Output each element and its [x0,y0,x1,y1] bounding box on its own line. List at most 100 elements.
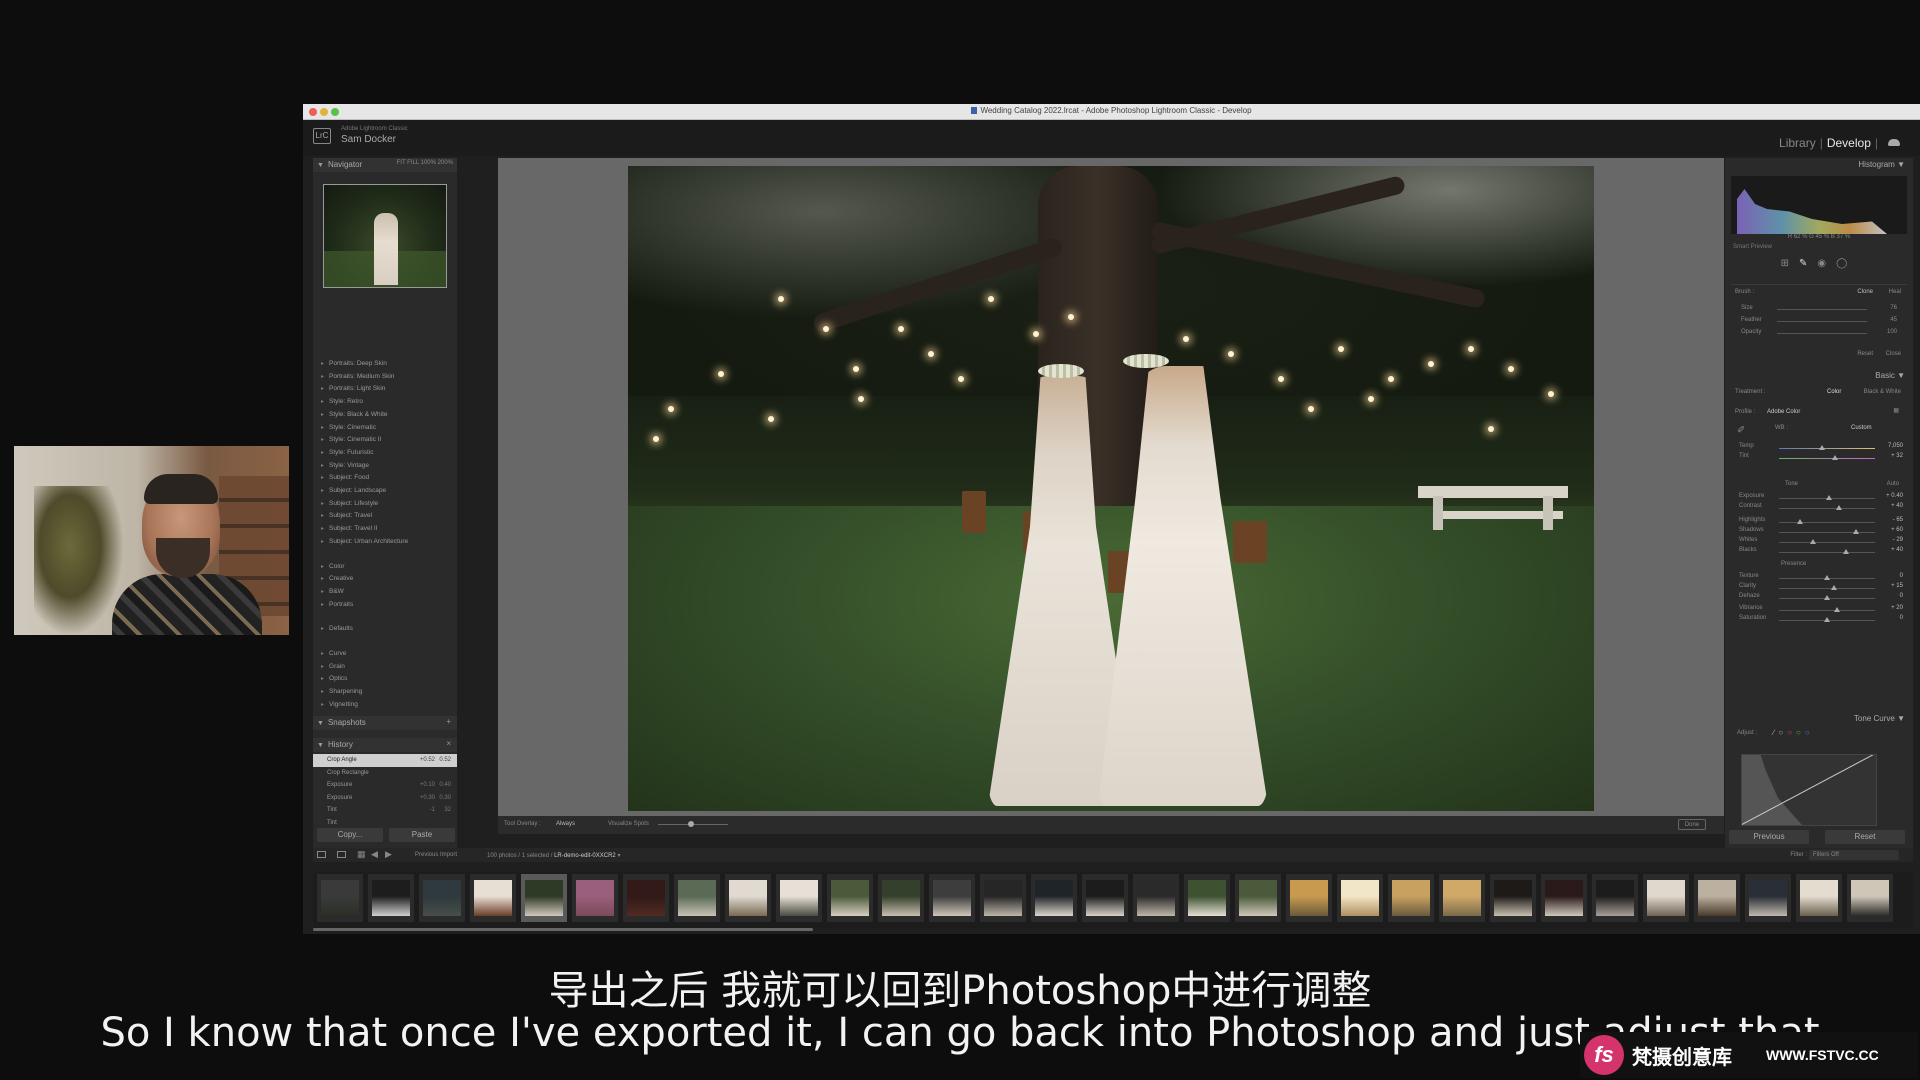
snapshots-header[interactable]: ▼ Snapshots + [313,716,457,730]
navigator-zoom-options[interactable]: FIT FILL 100% 200% [397,160,453,166]
slider-track[interactable] [1779,588,1875,589]
slider-value[interactable]: 100 [1887,329,1897,335]
preset-group[interactable]: Defaults [313,623,457,636]
slider-value[interactable]: 7,050 [1888,443,1903,449]
tool-overlay-select[interactable]: Always [556,821,575,827]
slider-value[interactable]: 0 [1900,593,1903,599]
slider-knob[interactable] [1809,539,1816,544]
visualize-spots-slider-knob[interactable] [688,821,694,827]
crop-tool-icon[interactable]: ⊞ [1781,258,1799,269]
filmstrip-thumbnail[interactable] [1031,874,1077,922]
slider-knob[interactable] [1852,529,1859,534]
basic-slider[interactable]: Vibrance + 20 [1739,605,1905,614]
preset-group[interactable]: Subject: Travel II [313,523,457,536]
brush-reset-button[interactable]: Reset [1857,351,1873,357]
slider-knob[interactable] [1824,595,1830,600]
visualize-spots-checkbox[interactable]: Visualize Spots [608,821,649,827]
preset-group[interactable]: Style: Black & White [313,409,457,422]
slider-value[interactable]: 0 [1900,615,1903,621]
slider-knob[interactable] [1833,607,1840,612]
filmstrip-thumbnail[interactable] [1592,874,1638,922]
point-curve-blue-icon[interactable]: ○ [1805,728,1814,737]
slider-track[interactable] [1779,542,1875,543]
basic-slider[interactable]: Clarity + 15 [1739,583,1905,592]
filmstrip-thumbnail[interactable] [368,874,414,922]
eyedropper-icon[interactable]: ✐ [1737,425,1745,436]
preset-group[interactable]: Subject: Travel [313,510,457,523]
slider-knob[interactable] [1824,575,1830,580]
filmstrip-thumbnail[interactable] [1694,874,1740,922]
slider-value[interactable]: 45 [1890,317,1897,323]
preset-group[interactable]: Style: Vintage [313,460,457,473]
cloud-icon[interactable] [1888,139,1900,146]
preset-group[interactable]: Portraits: Light Skin [313,383,457,396]
preset-group[interactable]: Subject: Food [313,472,457,485]
filmstrip-thumbnail[interactable] [572,874,618,922]
brush-size-slider[interactable]: Size 76 [1741,305,1901,313]
slider-track[interactable] [1779,522,1875,523]
history-item[interactable]: Exposure +0.10 0.40 [313,779,457,792]
basic-slider[interactable]: Dehaze 0 [1739,593,1905,602]
preset-group[interactable]: Vignetting [313,699,457,712]
slider-knob[interactable] [1824,617,1830,622]
basic-slider[interactable]: Saturation 0 [1739,615,1905,624]
preset-group[interactable]: Subject: Landscape [313,485,457,498]
filmstrip-thumbnail[interactable] [878,874,924,922]
slider-value[interactable]: - 29 [1893,537,1903,543]
chevron-down-icon[interactable]: ▾ [617,853,620,859]
slider-knob[interactable] [1797,519,1804,524]
slider-value[interactable]: - 65 [1893,517,1903,523]
preset-group[interactable]: Color [313,561,457,574]
slider-track[interactable] [1779,448,1875,449]
filmstrip-thumbnail[interactable] [1439,874,1485,922]
preset-group[interactable]: Subject: Urban Architecture [313,536,457,549]
preset-group[interactable]: Style: Cinematic II [313,434,457,447]
history-item[interactable]: Crop Angle +0.52 0.52 [313,754,457,767]
slider-knob[interactable] [1830,585,1837,590]
filmstrip-source[interactable]: Previous Import [415,852,457,858]
preset-group[interactable]: Sharpening [313,686,457,699]
slider-value[interactable]: + 20 [1891,605,1903,611]
basic-slider[interactable]: Blacks + 40 [1739,547,1905,556]
slider-track[interactable] [1779,552,1875,553]
filmstrip-thumbnail[interactable] [1184,874,1230,922]
slider-track[interactable] [1779,610,1875,611]
tone-curve-header[interactable]: Tone Curve ▼ [1725,712,1913,725]
navigator-thumbnail[interactable] [323,184,447,288]
clear-history-icon[interactable]: × [446,739,451,748]
filmstrip-thumbnail[interactable] [674,874,720,922]
preset-group[interactable]: Portraits: Deep Skin [313,358,457,371]
forward-arrow-icon[interactable]: ▶ [385,849,392,860]
filmstrip-thumbnail[interactable] [1490,874,1536,922]
preset-group[interactable]: Optics [313,673,457,686]
preset-group[interactable]: Creative [313,573,457,586]
slider-track[interactable] [1779,508,1875,509]
filmstrip-thumbnail[interactable] [776,874,822,922]
back-arrow-icon[interactable]: ◀ [371,849,378,860]
filmstrip-thumbnail[interactable] [827,874,873,922]
slider-knob[interactable] [1835,505,1842,510]
preset-group[interactable]: Portraits [313,599,457,612]
history-item[interactable]: Crop Rectangle [313,767,457,780]
treatment-bw[interactable]: Black & White [1864,389,1901,395]
grid-view-icon[interactable]: ▦ [357,849,366,860]
filmstrip-scrollbar[interactable] [313,928,813,931]
navigator-header[interactable]: ▼ Navigator FIT FILL 100% 200% [313,158,457,172]
previous-button[interactable]: Previous [1729,830,1809,844]
single-view-icon[interactable] [317,851,326,858]
filmstrip-thumbnail[interactable] [1235,874,1281,922]
heal-mode-button[interactable]: Heal [1889,289,1901,295]
filmstrip-thumbnail[interactable] [419,874,465,922]
done-button[interactable]: Done [1678,819,1706,830]
preset-group[interactable]: B&W [313,586,457,599]
slider-value[interactable]: + 32 [1891,453,1903,459]
brush-close-button[interactable]: Close [1886,351,1901,357]
filmstrip-thumbnail[interactable] [1286,874,1332,922]
brush-opacity-slider[interactable]: Opacity 100 [1741,329,1901,337]
second-window-icon[interactable] [337,851,346,858]
main-photo[interactable] [628,166,1594,811]
masking-icon[interactable]: ◯ [1836,258,1857,269]
tone-curve-graph[interactable] [1741,754,1877,826]
basic-slider[interactable]: Shadows + 60 [1739,527,1905,536]
reset-button[interactable]: Reset [1825,830,1905,844]
